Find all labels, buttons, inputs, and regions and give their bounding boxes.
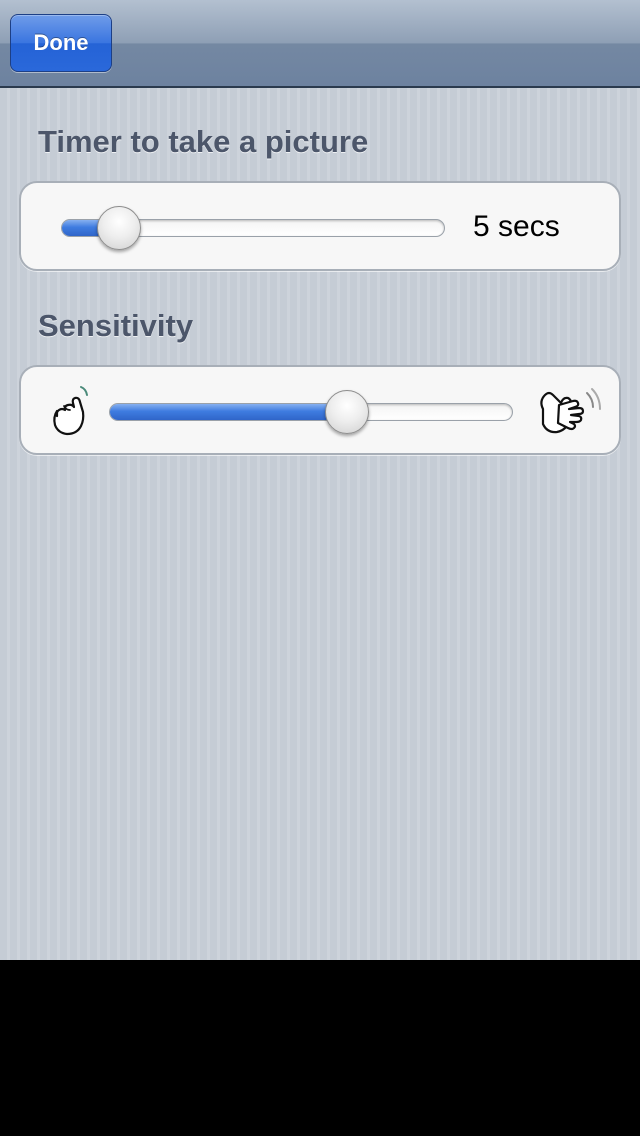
navigation-bar: Done (0, 0, 640, 88)
sensitivity-slider-track[interactable] (109, 403, 513, 421)
settings-screen: Done Timer to take a picture 5 secs Sens… (0, 0, 640, 960)
loud-hand-clap-icon (540, 388, 601, 434)
timer-value-label: 5 secs (473, 210, 560, 243)
sensitivity-slider-thumb[interactable] (325, 390, 370, 434)
sensitivity-section-title: Sensitivity (38, 308, 194, 343)
sensitivity-card (19, 365, 621, 455)
quiet-hand-tap-icon (53, 386, 88, 436)
done-button[interactable]: Done (10, 14, 112, 72)
bottom-blank-area (0, 960, 640, 1136)
sensitivity-slider-fill (110, 404, 349, 420)
timer-card: 5 secs (19, 181, 621, 271)
timer-slider-thumb[interactable] (96, 206, 141, 250)
timer-section-title: Timer to take a picture (38, 124, 369, 159)
